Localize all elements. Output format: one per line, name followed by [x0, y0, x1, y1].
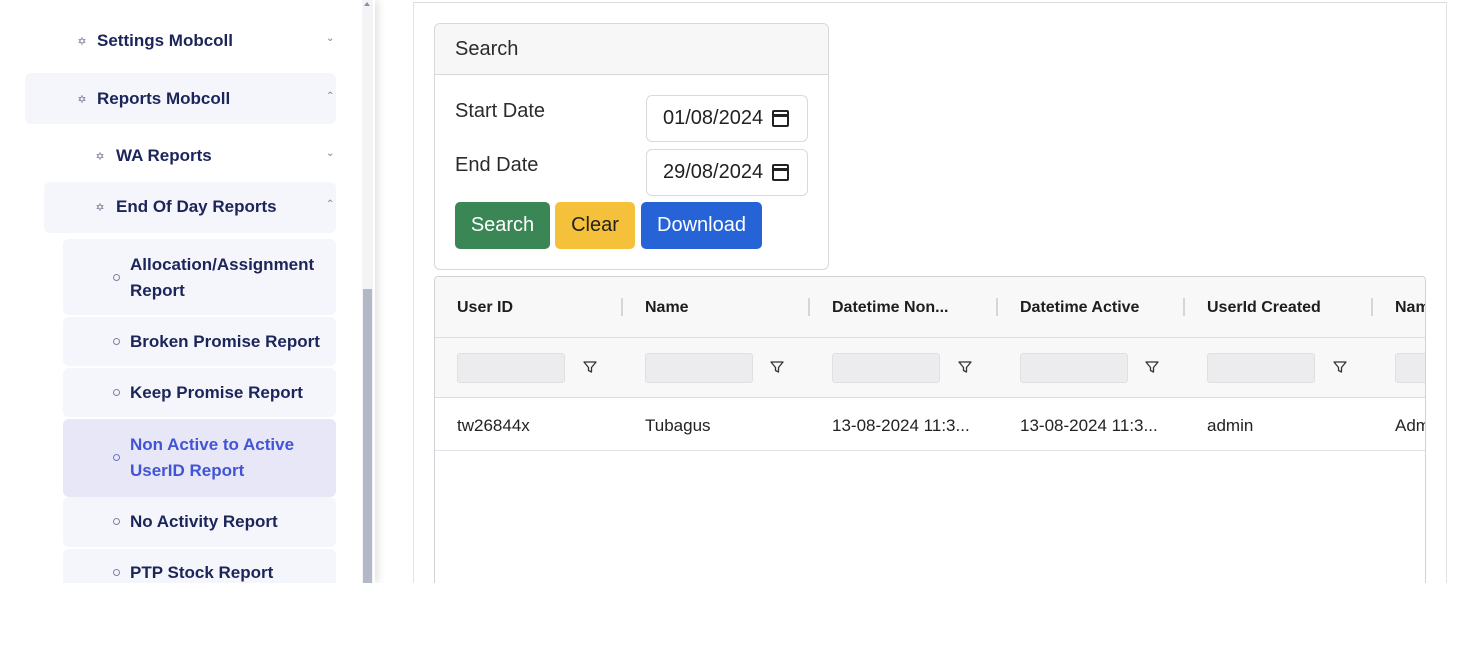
cell-user-id: tw26844x — [457, 416, 530, 435]
sidebar-scrollbar-thumb[interactable] — [363, 289, 372, 583]
search-panel-title: Search — [435, 24, 828, 75]
sidebar-item-label: WA Reports — [116, 146, 212, 165]
sidebar-subitem-keep-promise[interactable]: Keep Promise Report — [63, 368, 336, 417]
filter-input-name-2[interactable] — [1395, 353, 1425, 383]
chevron-down-icon: ⌄ — [326, 33, 335, 44]
circle-icon — [113, 569, 120, 576]
hexagon-icon: ✡ — [95, 201, 105, 214]
sidebar-subitem-broken-promise[interactable]: Broken Promise Report — [63, 317, 336, 366]
sidebar-item-label: End Of Day Reports — [116, 197, 277, 216]
end-date-value: 29/08/2024 — [663, 161, 764, 183]
cell-datetime-non-active: 13-08-2024 11:3... — [832, 416, 970, 435]
search-panel: Search Start Date 01/08/2024 End Date 29… — [434, 23, 829, 270]
sidebar-item-settings-mobcoll[interactable]: ✡ Settings Mobcoll ⌄ — [72, 30, 342, 52]
column-separator[interactable] — [1183, 298, 1185, 316]
hexagon-icon: ✡ — [95, 150, 105, 163]
column-separator[interactable] — [1371, 298, 1373, 316]
subitem-label: Broken Promise Report — [130, 332, 320, 351]
filter-input-datetime-non-active[interactable] — [832, 353, 940, 383]
clear-button[interactable]: Clear — [555, 202, 635, 249]
circle-icon — [113, 389, 120, 396]
sidebar-item-wa-reports[interactable]: ✡ WA Reports ⌄ — [90, 145, 342, 167]
circle-icon — [113, 338, 120, 345]
filter-icon[interactable] — [582, 359, 598, 375]
filter-icon[interactable] — [769, 359, 785, 375]
cell-name-2: Adm — [1395, 416, 1425, 435]
end-date-input[interactable]: 29/08/2024 — [646, 149, 808, 196]
sidebar-subitem-non-active-to-active[interactable]: Non Active to Active UserID Report — [63, 419, 336, 497]
report-data-grid: User ID Name Datetime Non... Datetime Ac… — [434, 276, 1426, 583]
sidebar-subitem-allocation-report[interactable]: Allocation/Assignment Report — [63, 239, 336, 315]
subitem-label: Keep Promise Report — [130, 383, 303, 402]
calendar-icon[interactable] — [772, 164, 789, 181]
subitem-label-line2: Report — [130, 281, 185, 300]
filter-icon[interactable] — [1144, 359, 1160, 375]
column-header-userid-created[interactable]: UserId Created — [1207, 299, 1321, 317]
sidebar-item-reports-mobcoll[interactable]: ✡ Reports Mobcoll ⌃ — [72, 88, 342, 110]
sidebar-item-end-of-day-reports[interactable]: ✡ End Of Day Reports ⌃ — [90, 196, 342, 218]
column-separator[interactable] — [808, 298, 810, 316]
column-header-datetime-non-active[interactable]: Datetime Non... — [832, 299, 948, 317]
column-header-name-2[interactable]: Nam — [1395, 299, 1425, 317]
sidebar-item-label: Settings Mobcoll — [97, 31, 233, 50]
column-separator[interactable] — [996, 298, 998, 316]
end-date-label: End Date — [455, 154, 539, 176]
sidebar-subitem-no-activity[interactable]: No Activity Report — [63, 497, 336, 547]
subitem-label: No Activity Report — [130, 512, 278, 531]
start-date-input[interactable]: 01/08/2024 — [646, 95, 808, 142]
scroll-up-arrow-icon[interactable] — [364, 2, 370, 6]
filter-input-userid-created[interactable] — [1207, 353, 1315, 383]
column-header-datetime-active[interactable]: Datetime Active — [1020, 299, 1139, 317]
search-button[interactable]: Search — [455, 202, 550, 249]
subitem-label: Non Active to Active — [130, 435, 295, 454]
hexagon-icon: ✡ — [77, 35, 87, 48]
sidebar-subitem-ptp-stock[interactable]: PTP Stock Report — [63, 549, 336, 583]
cell-datetime-active: 13-08-2024 11:3... — [1020, 416, 1158, 435]
cell-name: Tubagus — [645, 416, 711, 435]
subitem-label-line2: UserID Report — [130, 461, 245, 480]
download-button[interactable]: Download — [641, 202, 762, 249]
grid-header-row: User ID Name Datetime Non... Datetime Ac… — [435, 277, 1425, 338]
subitem-label: PTP Stock Report — [130, 563, 274, 582]
start-date-value: 01/08/2024 — [663, 107, 764, 129]
column-separator[interactable] — [621, 298, 623, 316]
grid-filter-row — [435, 338, 1425, 398]
calendar-icon[interactable] — [772, 110, 789, 127]
filter-icon[interactable] — [957, 359, 973, 375]
circle-icon — [113, 518, 120, 525]
subitem-label: Allocation/Assignment — [130, 255, 315, 274]
column-header-name[interactable]: Name — [645, 299, 689, 317]
filter-input-datetime-active[interactable] — [1020, 353, 1128, 383]
chevron-down-icon: ⌄ — [326, 148, 335, 159]
chevron-up-icon: ⌃ — [326, 91, 335, 102]
filter-input-user-id[interactable] — [457, 353, 565, 383]
hexagon-icon: ✡ — [77, 93, 87, 106]
column-header-user-id[interactable]: User ID — [457, 299, 513, 317]
circle-icon — [113, 274, 120, 281]
start-date-label: Start Date — [455, 100, 546, 122]
filter-icon[interactable] — [1332, 359, 1348, 375]
row-divider — [435, 450, 1425, 451]
circle-icon — [113, 454, 120, 461]
chevron-up-icon: ⌃ — [326, 199, 335, 210]
filter-input-name[interactable] — [645, 353, 753, 383]
cell-userid-created: admin — [1207, 416, 1254, 435]
sidebar: ✡ Settings Mobcoll ⌄ ✡ Reports Mobcoll ⌃… — [0, 0, 375, 583]
sidebar-item-label: Reports Mobcoll — [97, 89, 231, 108]
